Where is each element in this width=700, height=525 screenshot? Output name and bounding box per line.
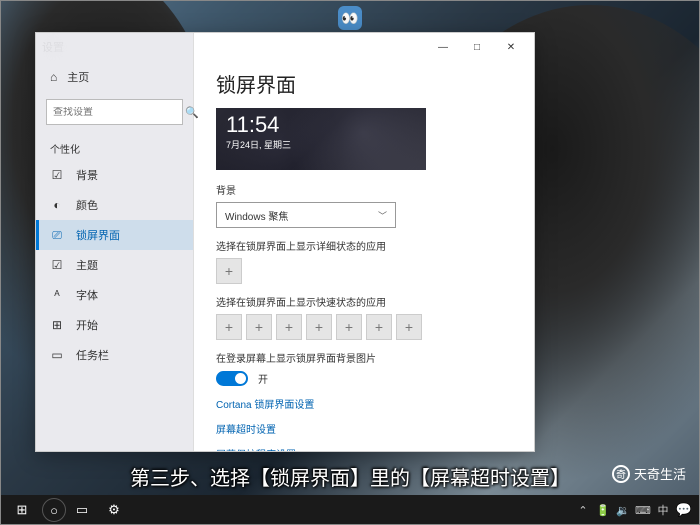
sidebar-item-1[interactable]: ◐ 颜色 [36, 190, 193, 220]
sidebar-item-6[interactable]: ▭ 任务栏 [36, 340, 193, 370]
chevron-down-icon: ﹀ [378, 209, 387, 222]
task-view-button[interactable]: ▭ [66, 496, 98, 524]
quick-app-tile[interactable]: + [306, 314, 332, 340]
lang-icon[interactable]: 中 [654, 502, 672, 518]
sidebar-item-2[interactable]: ⎚ 锁屏界面 [36, 220, 193, 250]
quick-app-tile[interactable]: + [366, 314, 392, 340]
recorder-icon: 👀 [338, 6, 362, 30]
quick-app-tile[interactable]: + [336, 314, 362, 340]
signin-bg-toggle[interactable] [216, 371, 248, 386]
watermark: 奇 天奇生活 [612, 464, 686, 483]
start-button[interactable]: ⊞ [6, 496, 38, 524]
page-heading: 锁屏界面 [216, 69, 512, 98]
sidebar-item-label: 字体 [76, 287, 98, 303]
video-subtitle: 第三步、选择【锁屏界面】里的【屏幕超时设置】 [0, 462, 700, 491]
dropdown-value: Windows 聚焦 [225, 208, 288, 223]
taskbar-app[interactable]: ⚙ [98, 496, 130, 524]
sidebar-home[interactable]: ⌂ 主页 [36, 63, 193, 91]
quick-app-tile[interactable]: + [216, 314, 242, 340]
close-button[interactable]: ✕ [494, 34, 528, 60]
sidebar-icon: ⊞ [50, 318, 64, 332]
background-label: 背景 [216, 182, 512, 197]
quick-app-tile[interactable]: + [276, 314, 302, 340]
sidebar-icon: ▭ [50, 348, 64, 362]
notifications-button[interactable]: 💬 [674, 496, 694, 524]
cortana-link[interactable]: Cortana 锁屏界面设置 [216, 396, 512, 411]
search-box[interactable]: 🔍 [46, 99, 183, 125]
maximize-button[interactable]: □ [460, 34, 494, 60]
sidebar-item-label: 颜色 [76, 197, 98, 213]
sidebar-item-label: 任务栏 [76, 347, 109, 363]
sidebar: ⌂ 主页 🔍 个性化 ☑ 背景 ◐ 颜色 ⎚ 锁屏界面 ☑ 主题 ᴬ 字体 ⊞ 开始 ▭ 任务栏 [36, 33, 194, 451]
add-detailed-app-tile[interactable]: + [216, 258, 242, 284]
home-label: 主页 [67, 69, 89, 85]
sidebar-item-label: 锁屏界面 [76, 227, 120, 243]
sidebar-icon: ⎚ [50, 228, 64, 243]
quick-app-tile[interactable]: + [246, 314, 272, 340]
volume-icon[interactable]: 🔉 [614, 504, 632, 517]
quick-app-tile[interactable]: + [396, 314, 422, 340]
search-input[interactable] [53, 107, 185, 118]
screensaver-link[interactable]: 屏幕保护程序设置 [216, 446, 512, 451]
settings-window: 设置 — □ ✕ ⌂ 主页 🔍 个性化 ☑背景◐颜色⎚锁屏界面☑主题ᴬ字体⊞开始… [35, 32, 535, 452]
preview-date: 7月24日, 星期三 [226, 138, 416, 151]
screen-timeout-link[interactable]: 屏幕超时设置 [216, 421, 512, 436]
sidebar-item-0[interactable]: ☑ 背景 [36, 160, 193, 190]
taskbar-search[interactable]: ○ [42, 498, 66, 522]
sidebar-item-label: 主题 [76, 257, 98, 273]
sidebar-icon: ᴬ [50, 288, 64, 302]
content-pane: 锁屏界面 11:54 7月24日, 星期三 背景 Windows 聚焦 ﹀ 选择… [194, 33, 534, 451]
toggle-state-label: 开 [258, 371, 268, 386]
sidebar-item-label: 背景 [76, 167, 98, 183]
minimize-button[interactable]: — [426, 34, 460, 60]
search-icon: 🔍 [185, 106, 199, 119]
detailed-status-label: 选择在锁屏界面上显示详细状态的应用 [216, 238, 512, 253]
sidebar-icon: ☑ [50, 258, 64, 272]
sidebar-item-4[interactable]: ᴬ 字体 [36, 280, 193, 310]
system-tray: ⌃ 🔋 🔉 ⌨ 中 💬 [574, 496, 694, 524]
sidebar-item-3[interactable]: ☑ 主题 [36, 250, 193, 280]
quick-status-label: 选择在锁屏界面上显示快速状态的应用 [216, 294, 512, 309]
sidebar-icon: ☑ [50, 168, 64, 182]
home-icon: ⌂ [50, 70, 57, 84]
sidebar-section-label: 个性化 [36, 133, 193, 160]
watermark-text: 天奇生活 [634, 464, 686, 483]
signin-bg-label: 在登录屏幕上显示锁屏界面背景图片 [216, 350, 512, 365]
ime-icon[interactable]: ⌨ [634, 504, 652, 517]
sidebar-item-5[interactable]: ⊞ 开始 [36, 310, 193, 340]
sidebar-item-label: 开始 [76, 317, 98, 333]
watermark-icon: 奇 [612, 465, 630, 483]
tray-up-icon[interactable]: ⌃ [574, 504, 592, 517]
battery-icon[interactable]: 🔋 [594, 504, 612, 517]
background-dropdown[interactable]: Windows 聚焦 ﹀ [216, 202, 396, 228]
taskbar: ⊞ ○ ▭ ⚙ ⌃ 🔋 🔉 ⌨ 中 💬 [0, 495, 700, 525]
sidebar-icon: ◐ [50, 198, 64, 212]
preview-time: 11:54 [226, 114, 416, 136]
lockscreen-preview[interactable]: 11:54 7月24日, 星期三 [216, 108, 426, 170]
